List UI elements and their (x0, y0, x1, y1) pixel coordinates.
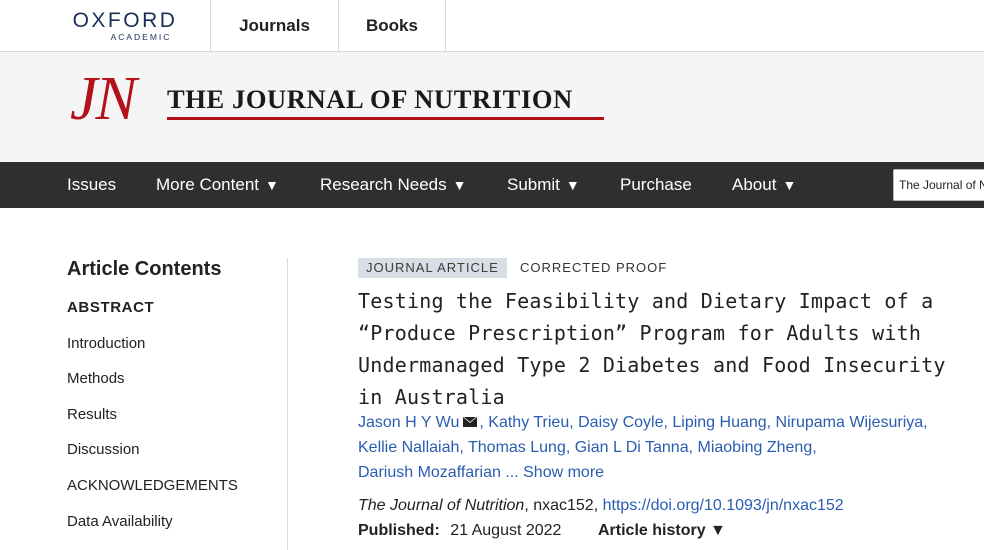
published-date: 21 August 2022 (450, 522, 562, 539)
citation-line: The Journal of Nutrition, nxac152, https… (358, 497, 844, 515)
nav-more-content[interactable]: More Content ▼ (156, 162, 279, 208)
email-icon[interactable] (463, 417, 478, 427)
sidebar-divider (287, 258, 288, 550)
author-list: Jason H Y Wu, Kathy Trieu, Daisy Coyle, … (358, 414, 928, 481)
sidebar-item-results[interactable]: Results (67, 406, 117, 423)
main-nav: Issues More Content ▼ Research Needs ▼ Sub… (0, 162, 984, 208)
author-link[interactable]: Dariush Mozaffarian (358, 464, 501, 481)
nav-about[interactable]: About ▼ (732, 162, 796, 208)
nav-more-content-label: More Content (156, 175, 259, 194)
doi-link[interactable]: https://doi.org/10.1093/jn/nxac152 (603, 497, 844, 514)
sidebar-title: Article Contents (67, 258, 222, 280)
nav-issues-label: Issues (67, 175, 117, 194)
chevron-down-icon: ▼ (452, 177, 467, 193)
article-title-line: in Australia (358, 385, 505, 409)
nav-research-needs-label: Research Needs (320, 175, 447, 194)
article-title-line: Undermanaged Type 2 Diabetes and Food In… (358, 353, 946, 377)
nav-journals[interactable]: Journals (210, 0, 338, 51)
journal-banner: JN THE JOURNAL OF NUTRITION (0, 52, 984, 162)
chevron-down-icon: ▼ (265, 177, 279, 193)
author-link[interactable]: Thomas Lung (468, 439, 566, 456)
author-link[interactable]: Jason H Y Wu (358, 414, 459, 431)
publication-info: Published: 21 August 2022 Article histor… (358, 522, 726, 540)
sidebar-item-acknowledgements[interactable]: ACKNOWLEDGEMENTS (67, 477, 238, 494)
sidebar-item-methods[interactable]: Methods (67, 370, 125, 387)
nav-issues[interactable]: Issues (67, 162, 116, 208)
journal-logo-mark[interactable]: JN (70, 68, 137, 130)
sidebar-item-data-availability[interactable]: Data Availability (67, 513, 173, 530)
nav-submit-label: Submit (507, 175, 560, 194)
article-type-badge: JOURNAL ARTICLE (358, 258, 507, 278)
oxford-academic-logo[interactable]: OXFORD ACADEMIC (67, 10, 183, 42)
article-title: Testing the Feasibility and Dietary Impa… (358, 285, 968, 413)
chevron-down-icon: ▼ (565, 177, 580, 193)
chevron-down-icon: ▼ (782, 177, 797, 193)
author-link[interactable]: Nirupama Wijesuriya (776, 414, 924, 431)
author-link[interactable]: Kathy Trieu (488, 414, 569, 431)
author-link[interactable]: Gian L Di Tanna (575, 439, 689, 456)
author-link[interactable]: Miaobing Zheng (697, 439, 812, 456)
citation-article-id: , nxac152, (524, 497, 603, 514)
sidebar-item-introduction[interactable]: Introduction (67, 335, 145, 352)
nav-purchase[interactable]: Purchase (620, 162, 692, 208)
author-link[interactable]: Liping Huang (672, 414, 766, 431)
sidebar-item-discussion[interactable]: Discussion (67, 441, 140, 458)
nav-research-needs[interactable]: Research Needs ▼ (320, 162, 466, 208)
top-nav: Journals Books (210, 0, 446, 51)
author-link[interactable]: Daisy Coyle (578, 414, 663, 431)
top-bar: OXFORD ACADEMIC Journals Books (0, 0, 984, 52)
nav-submit[interactable]: Submit ▼ (507, 162, 580, 208)
article-status-label: CORRECTED PROOF (520, 260, 668, 275)
journal-title[interactable]: THE JOURNAL OF NUTRITION (167, 86, 573, 113)
search-scope-select[interactable]: The Journal of N (893, 169, 984, 201)
article-title-line: “Produce Prescription” Program for Adult… (358, 321, 922, 345)
article-history-toggle[interactable]: Article history ▼ (598, 522, 726, 540)
published-label: Published: (358, 522, 440, 539)
article-title-line: Testing the Feasibility and Dietary Impa… (358, 289, 934, 313)
citation-journal-name: The Journal of Nutrition (358, 497, 525, 514)
logo-line2: ACADEMIC (110, 32, 172, 42)
author-link[interactable]: Kellie Nallaiah (358, 439, 459, 456)
nav-books[interactable]: Books (338, 0, 446, 51)
show-more-authors-link[interactable]: ... Show more (505, 464, 604, 481)
logo-line1: OXFORD (72, 9, 178, 32)
nav-purchase-label: Purchase (620, 175, 692, 194)
nav-about-label: About (732, 175, 777, 194)
sidebar-item-abstract[interactable]: ABSTRACT (67, 299, 154, 316)
journal-title-underline (167, 117, 604, 120)
